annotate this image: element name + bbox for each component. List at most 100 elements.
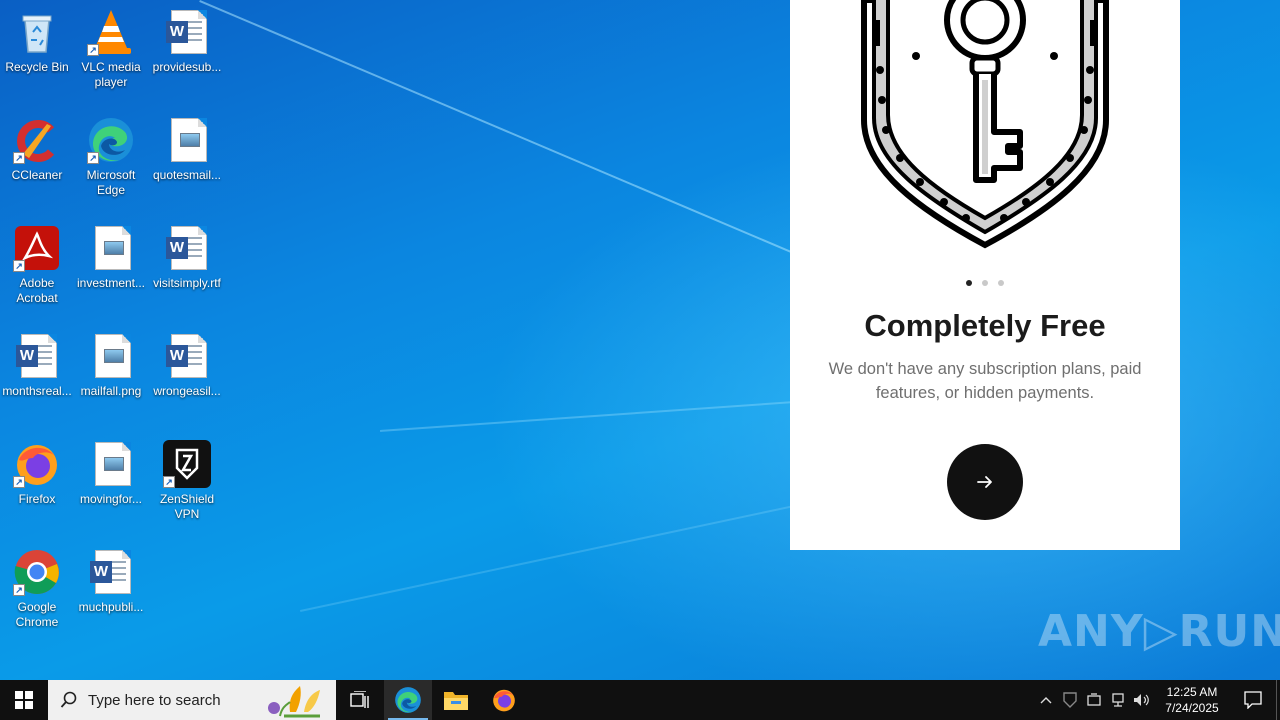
tray-network[interactable]: [1106, 680, 1130, 720]
shield-key-icon: [861, 0, 1109, 249]
acrobat-icon: ↗: [13, 224, 61, 272]
action-center-button[interactable]: [1230, 680, 1276, 720]
desktop-icon-label: wrongeasil...: [153, 384, 221, 398]
shortcut-arrow-icon: ↗: [163, 476, 175, 488]
word-doc-icon: W: [163, 8, 211, 56]
desktop-icon-microsoft-edge[interactable]: ↗ Microsoft Edge: [74, 116, 148, 198]
word-doc-icon: W: [163, 224, 211, 272]
watermark-text-left: ANY: [1038, 606, 1144, 657]
desktop-icon-vlc[interactable]: ↗ VLC media player: [74, 8, 148, 90]
task-view-button[interactable]: [336, 680, 384, 720]
desktop-icon-mailfall[interactable]: mailfall.png: [74, 332, 148, 399]
image-file-icon: [163, 116, 211, 164]
onboarding-description: We don't have any subscription plans, pa…: [828, 360, 1142, 402]
ccleaner-icon: ↗: [13, 116, 61, 164]
desktop-icon-adobe-acrobat[interactable]: ↗ Adobe Acrobat: [0, 224, 74, 306]
system-tray: 12:25 AM 7/24/2025: [1034, 680, 1280, 720]
show-desktop-button[interactable]: [1276, 680, 1280, 720]
page-dot-3[interactable]: [998, 280, 1004, 286]
shortcut-arrow-icon: ↗: [87, 44, 99, 56]
edge-icon: [395, 687, 421, 713]
desktop-icon-movingfor[interactable]: movingfor...: [74, 440, 148, 507]
desktop-icon-recycle-bin[interactable]: Recycle Bin: [0, 8, 74, 75]
desktop-icon-monthsreal[interactable]: W monthsreal...: [0, 332, 74, 399]
desktop-icon-wrongeasil[interactable]: W wrongeasil...: [150, 332, 224, 399]
desktop-icon-investment[interactable]: investment...: [74, 224, 148, 291]
shortcut-arrow-icon: ↗: [13, 476, 25, 488]
desktop-icon-firefox[interactable]: ↗ Firefox: [0, 440, 74, 507]
tray-shield-app[interactable]: [1058, 680, 1082, 720]
desktop-icon-label: visitsimply.rtf: [153, 276, 221, 290]
onboarding-title: Completely Free: [864, 308, 1106, 343]
image-file-icon: [87, 440, 135, 488]
desktop-icon-label: muchpubli...: [78, 600, 144, 614]
show-hidden-icons-button[interactable]: [1034, 680, 1058, 720]
desktop-icon-label: Recycle Bin: [5, 60, 69, 74]
word-doc-icon: W: [163, 332, 211, 380]
notification-icon: [1244, 691, 1262, 709]
shortcut-arrow-icon: ↗: [13, 152, 25, 164]
desktop-icon-label: Microsoft Edge: [86, 168, 136, 197]
desktop-icon-muchpubli[interactable]: W muchpubli...: [74, 548, 148, 615]
page-dot-1[interactable]: [966, 280, 972, 286]
recycle-bin-icon: [13, 8, 61, 56]
desktop-icon-google-chrome[interactable]: ↗ Google Chrome: [0, 548, 74, 630]
word-doc-icon: W: [87, 548, 135, 596]
watermark-text-right: RUN: [1178, 606, 1280, 657]
tray-device[interactable]: [1082, 680, 1106, 720]
desktop-icon-label: Google Chrome: [15, 600, 59, 629]
desktop-icon-ccleaner[interactable]: ↗ CCleaner: [0, 116, 74, 183]
page-indicator: [790, 280, 1180, 286]
start-button[interactable]: [0, 680, 48, 720]
desktop-icon-label: VLC media player: [81, 60, 141, 89]
desktop-icon-label: Firefox: [18, 492, 56, 506]
firefox-icon: [493, 689, 515, 712]
volume-icon: [1134, 694, 1149, 706]
desktop-icon-zenshield-vpn[interactable]: ↗ ZenShield VPN: [150, 440, 224, 522]
onboarding-window: Completely Free We don't have any subscr…: [790, 0, 1180, 550]
desktop-icon-label: investment...: [76, 276, 146, 290]
vlc-icon: ↗: [87, 8, 135, 56]
taskbar-clock[interactable]: 12:25 AM 7/24/2025: [1154, 684, 1230, 716]
tray-volume[interactable]: [1130, 680, 1154, 720]
page-dot-2[interactable]: [982, 280, 988, 286]
image-file-icon: [87, 224, 135, 272]
play-triangle-icon: ▷: [1143, 606, 1179, 657]
anyrun-watermark: ANY▷RUN: [1038, 606, 1280, 657]
device-icon: [1087, 693, 1101, 706]
clock-date: 7/24/2025: [1165, 701, 1219, 715]
firefox-icon: ↗: [13, 440, 61, 488]
desktop-icon-label: ZenShield VPN: [159, 492, 215, 521]
desktop-icon-label: quotesmail...: [152, 168, 222, 182]
desktop-icon-visitsimply[interactable]: W visitsimply.rtf: [150, 224, 224, 291]
taskbar-search-box[interactable]: Type here to search: [48, 680, 336, 720]
desktop-icon-label: providesub...: [152, 60, 222, 74]
file-explorer-icon: [444, 692, 468, 710]
desktop-icon-label: Adobe Acrobat: [16, 276, 58, 305]
image-file-icon: [87, 332, 135, 380]
desktop-icon-label: mailfall.png: [80, 384, 142, 398]
taskbar: Type here to search 12:25 AM 7/24/2025: [0, 680, 1280, 720]
zenshield-icon: ↗: [163, 440, 211, 488]
taskbar-edge[interactable]: [384, 680, 432, 720]
chrome-icon: ↗: [13, 548, 61, 596]
word-doc-icon: W: [13, 332, 61, 380]
taskbar-file-explorer[interactable]: [432, 680, 480, 720]
windows-logo-icon: [15, 691, 33, 709]
desktop-icon-label: CCleaner: [11, 168, 63, 182]
desktop-icon-label: movingfor...: [79, 492, 143, 506]
next-button[interactable]: [947, 444, 1023, 520]
clock-time: 12:25 AM: [1166, 685, 1218, 699]
taskbar-firefox[interactable]: [480, 680, 528, 720]
search-icon: [60, 691, 77, 708]
chevron-up-icon: [1040, 697, 1052, 704]
network-icon: [1112, 693, 1124, 707]
desktop-icon-providesub[interactable]: W providesub...: [150, 8, 224, 75]
shortcut-arrow-icon: ↗: [87, 152, 99, 164]
search-highlight-flowers-icon: [268, 686, 320, 718]
desktop-icon-quotesmail[interactable]: quotesmail...: [150, 116, 224, 183]
arrow-right-icon: [977, 476, 992, 488]
shortcut-arrow-icon: ↗: [13, 584, 25, 596]
zenshield-tray-icon: [1063, 692, 1077, 708]
search-placeholder: Type here to search: [88, 691, 221, 709]
